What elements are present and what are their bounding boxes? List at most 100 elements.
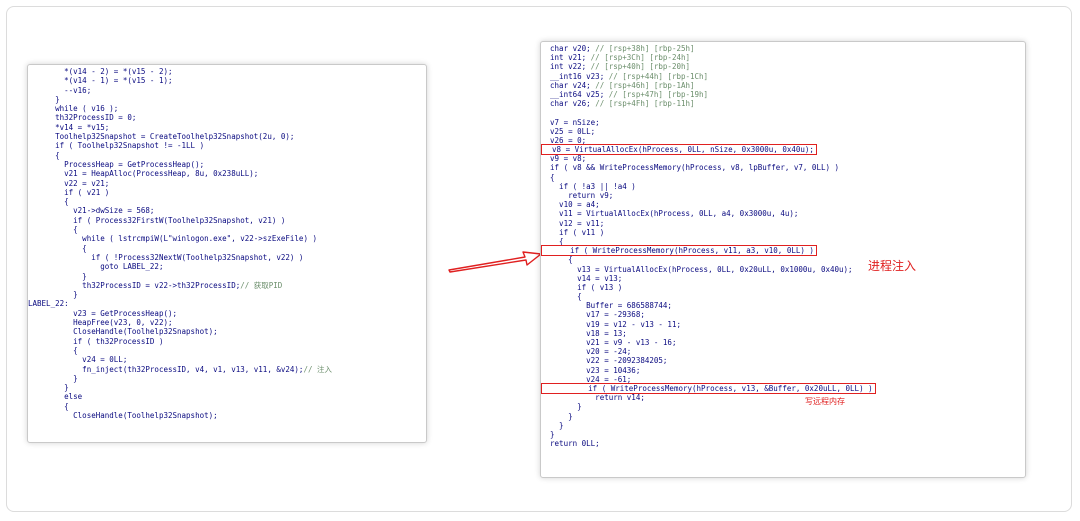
code-text: } <box>541 429 555 439</box>
arrow-right-icon <box>448 251 542 273</box>
code-line: return 0LL; <box>541 439 1025 448</box>
code-line: } <box>28 95 426 104</box>
code-line: return v9; <box>541 191 1025 200</box>
code-line: { <box>28 197 426 206</box>
code-text: return v14; <box>541 393 645 403</box>
code-line: if ( !Process32NextW(Toolhelp32Snapshot,… <box>28 253 426 262</box>
code-text: v17 = -29368; <box>541 310 645 320</box>
code-line: if ( Process32FirstW(Toolhelp32Snapshot,… <box>28 216 426 225</box>
code-text: if ( v13 ) <box>541 282 623 292</box>
code-line: v10 = a4; <box>541 200 1025 209</box>
code-line: th32ProcessID = 0; <box>28 113 426 122</box>
code-text: int v22; // [rsp+40h] [rbp-20h] <box>541 62 691 72</box>
code-line: v21 = v9 - v13 - 16; <box>541 338 1025 347</box>
code-line: v19 = v12 - v13 - 11; <box>541 320 1025 329</box>
code-text: v7 = nSize; <box>541 117 600 127</box>
code-text: if ( v21 ) <box>28 187 110 197</box>
code-text: if ( v8 && WriteProcessMemory(hProcess, … <box>541 163 840 173</box>
code-text: } <box>28 290 78 300</box>
code-line: *(v14 - 1) = *(v15 - 1); <box>28 76 426 85</box>
code-text: if ( th32ProcessID ) <box>28 336 164 346</box>
code-text: } <box>28 383 69 393</box>
code-line: { <box>541 173 1025 182</box>
code-line: Toolhelp32Snapshot = CreateToolhelp32Sna… <box>28 132 426 141</box>
code-line: } <box>28 290 426 299</box>
code-line: if ( th32ProcessID ) <box>28 337 426 346</box>
code-text: fn_inject(th32ProcessID, v4, v1, v13, v1… <box>28 364 332 374</box>
code-text: __int16 v23; // [rsp+44h] [rbp-1Ch] <box>541 71 709 81</box>
code-line: v23 = 10436; <box>541 366 1025 375</box>
right-code-panel[interactable]: char v20; // [rsp+38h] [rbp-25h] int v21… <box>540 41 1026 478</box>
code-line: th32ProcessID = v22->th32ProcessID;// 获取… <box>28 281 426 290</box>
code-text: th32ProcessID = v22->th32ProcessID;// 获取… <box>28 280 283 290</box>
code-line: v9 = v8; <box>541 154 1025 163</box>
code-line: v23 = GetProcessHeap(); <box>28 309 426 318</box>
code-line: } <box>541 402 1025 411</box>
code-text: v21 = HeapAlloc(ProcessHeap, 8u, 0x238uL… <box>28 169 259 179</box>
code-text: } <box>28 94 60 104</box>
code-text: --v16; <box>28 85 92 95</box>
code-line: while ( v16 ); <box>28 104 426 113</box>
code-line: v21 = HeapAlloc(ProcessHeap, 8u, 0x238uL… <box>28 169 426 178</box>
code-text: { <box>541 292 582 302</box>
right-code-view: char v20; // [rsp+38h] [rbp-25h] int v21… <box>541 42 1025 477</box>
code-line: { <box>28 346 426 355</box>
code-text: if ( !a3 || !a4 ) <box>541 181 636 191</box>
code-line: __int16 v23; // [rsp+44h] [rbp-1Ch] <box>541 72 1025 81</box>
code-text: Toolhelp32Snapshot = CreateToolhelp32Sna… <box>28 132 295 142</box>
code-comment: // [rsp+38h] [rbp-25h] <box>595 44 695 53</box>
code-text: if ( v11 ) <box>541 227 605 237</box>
code-line: v24 = 0LL; <box>28 355 426 364</box>
code-line: if ( v13 ) <box>541 283 1025 292</box>
code-text: ProcessHeap = GetProcessHeap(); <box>28 159 205 169</box>
code-line: v22 = v21; <box>28 179 426 188</box>
code-text: } <box>541 420 564 430</box>
code-text: CloseHandle(Toolhelp32Snapshot); <box>28 327 218 337</box>
code-line: if ( WriteProcessMemory(hProcess, v11, a… <box>541 245 1025 257</box>
code-line: *v14 = *v15; <box>28 123 426 132</box>
code-text: v23 = 10436; <box>541 365 641 375</box>
code-comment: // 获取PID <box>240 280 283 290</box>
code-line: CloseHandle(Toolhelp32Snapshot); <box>28 327 426 336</box>
code-text: *(v14 - 2) = *(v15 - 2); <box>28 67 173 76</box>
code-text: if ( Toolhelp32Snapshot != -1LL ) <box>28 141 205 151</box>
code-text: v23 = GetProcessHeap(); <box>28 308 178 318</box>
code-line: } <box>28 272 426 281</box>
code-line: if ( !a3 || !a4 ) <box>541 182 1025 191</box>
code-line: while ( lstrcmpiW(L"winlogon.exe", v22->… <box>28 234 426 243</box>
code-line: } <box>541 412 1025 421</box>
code-text: *v14 = *v15; <box>28 122 110 132</box>
code-text: v22 = -2092384205; <box>541 356 668 366</box>
code-line: v21->dwSize = 568; <box>28 206 426 215</box>
code-comment: // [rsp+4Fh] [rbp-11h] <box>595 99 695 109</box>
code-line: *(v14 - 2) = *(v15 - 2); <box>28 67 426 76</box>
code-line: else <box>28 392 426 401</box>
code-line: } <box>28 383 426 392</box>
code-line: { <box>28 225 426 234</box>
code-line: } <box>541 430 1025 439</box>
code-line: if ( WriteProcessMemory(hProcess, v13, &… <box>541 382 1025 394</box>
annotation-write-remote-memory: 写远程内存 <box>805 397 845 406</box>
code-text: v19 = v12 - v13 - 11; <box>541 319 681 329</box>
code-text: v21 = v9 - v13 - 16; <box>541 338 677 347</box>
code-text: return 0LL; <box>541 439 600 449</box>
code-line: v13 = VirtualAllocEx(hProcess, 0LL, 0x20… <box>541 265 1025 274</box>
code-line: char v20; // [rsp+38h] [rbp-25h] <box>541 44 1025 53</box>
code-text: while ( lstrcmpiW(L"winlogon.exe", v22->… <box>28 234 317 244</box>
code-text: return v9; <box>541 191 614 200</box>
code-line: if ( Toolhelp32Snapshot != -1LL ) <box>28 141 426 150</box>
annotation-process-injection: 进程注入 <box>868 259 917 273</box>
code-line: LABEL_22: <box>28 299 426 308</box>
code-text: v12 = v11; <box>541 218 605 228</box>
code-comment: // [rsp+3Ch] [rbp-24h] <box>590 53 691 63</box>
code-comment: // [rsp+47h] [rbp-19h] <box>608 89 709 99</box>
code-line: if ( v8 && WriteProcessMemory(hProcess, … <box>541 163 1025 172</box>
code-text: __int64 v25; // [rsp+47h] [rbp-19h] <box>541 89 709 99</box>
left-code-panel[interactable]: *(v14 - 2) = *(v15 - 2); *(v14 - 1) = *(… <box>27 64 427 443</box>
left-code-view: *(v14 - 2) = *(v15 - 2); *(v14 - 1) = *(… <box>28 65 426 442</box>
code-text: v13 = VirtualAllocEx(hProcess, 0LL, 0x20… <box>541 264 853 274</box>
code-text: } <box>28 373 78 383</box>
code-text: { <box>28 225 78 235</box>
code-comment: // [rsp+46h] [rbp-1Ah] <box>595 80 695 90</box>
